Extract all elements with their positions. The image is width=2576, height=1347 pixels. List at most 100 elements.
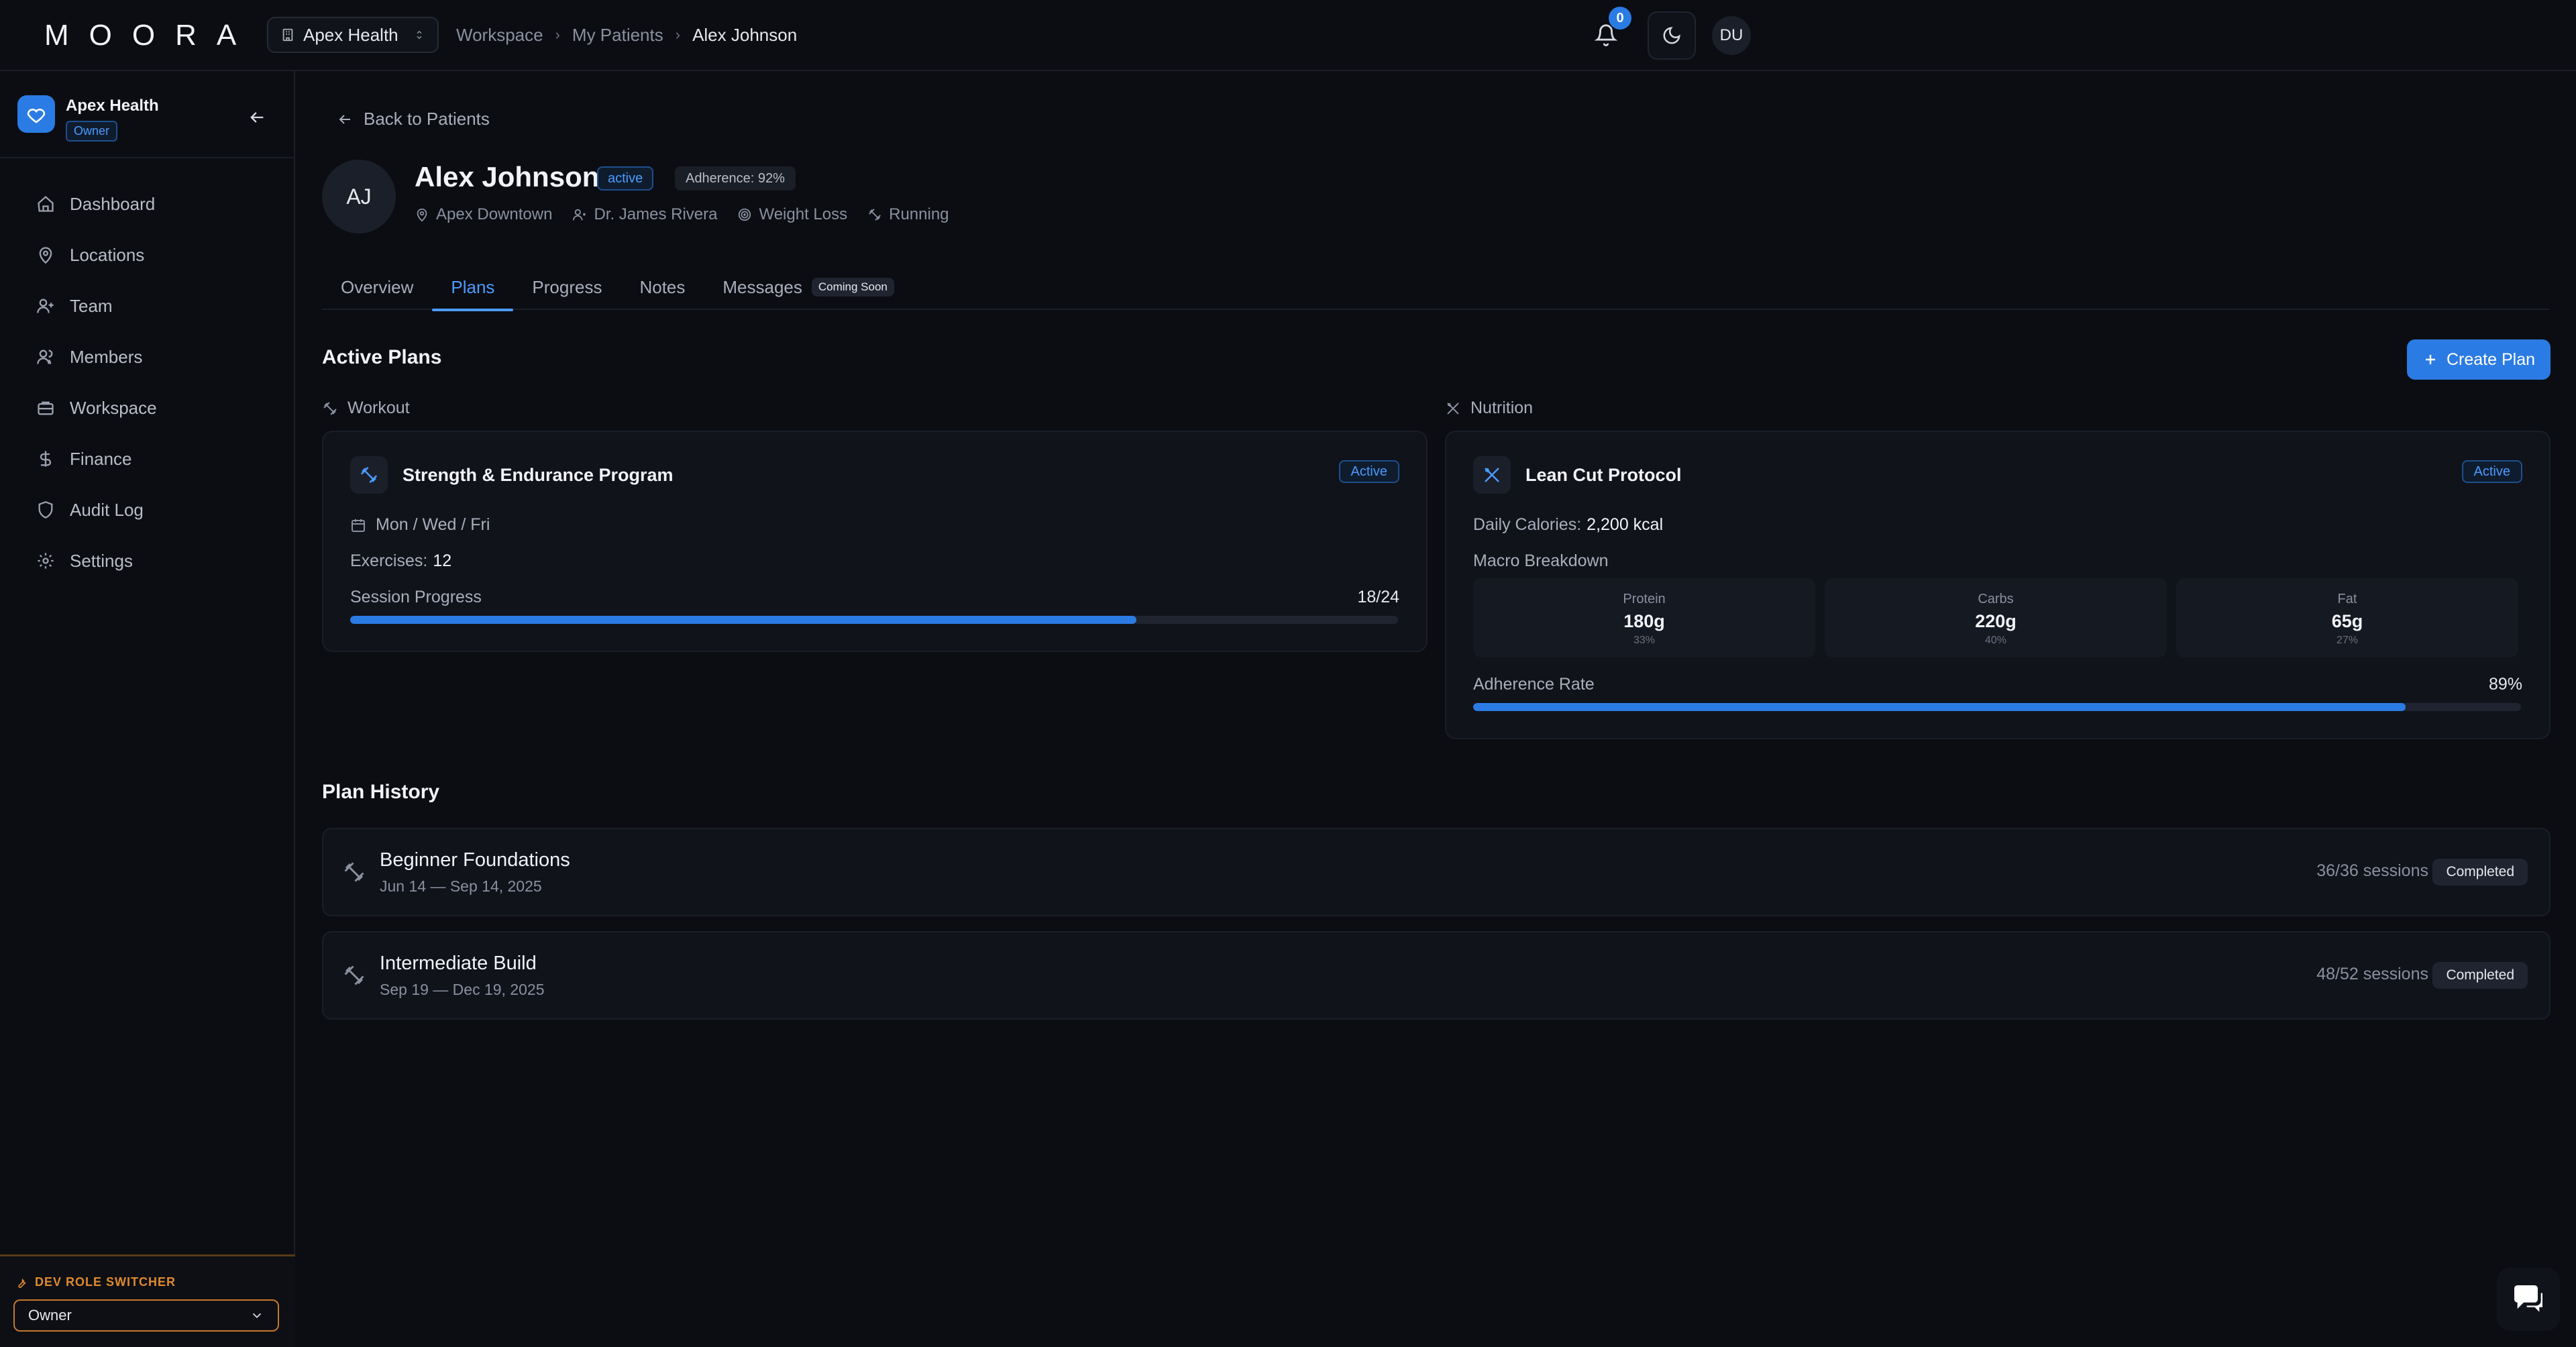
map-pin-icon — [39, 247, 52, 264]
sidebar-item-workspace[interactable]: Workspace — [20, 382, 275, 433]
chat-icon — [2514, 1285, 2542, 1312]
patient-status-badge: active — [597, 166, 654, 191]
workout-plan-name: Strength & Endurance Program — [402, 464, 674, 485]
notifications-count-badge: 0 — [1609, 7, 1631, 30]
tab-overview[interactable]: Overview — [322, 264, 432, 310]
tab-notes[interactable]: Notes — [621, 264, 704, 310]
tab-plans[interactable]: Plans — [432, 264, 514, 311]
dumbbell-icon — [344, 965, 364, 985]
macro-label: Protein — [1623, 592, 1666, 606]
sidebar-nav: Dashboard Locations Team Members Workspa… — [20, 178, 275, 586]
dev-role-select[interactable]: Owner — [13, 1299, 279, 1332]
macro-label: Carbs — [1978, 592, 2014, 606]
dev-role-switcher-title: DEV ROLE SWITCHER — [35, 1275, 176, 1289]
nutrition-plan-title: Lean Cut Protocol — [1473, 456, 1682, 494]
history-plan-sessions: 48/52 sessions — [2316, 965, 2428, 983]
arrow-left-icon — [339, 114, 350, 124]
role-badge: Owner — [66, 121, 118, 142]
sidebar-item-locations[interactable]: Locations — [20, 229, 275, 280]
patient-location: Apex Downtown — [415, 205, 552, 224]
user-plus-icon — [37, 299, 54, 313]
wrench-icon — [18, 1277, 26, 1288]
chevron-down-icon — [250, 1308, 264, 1323]
nutrition-plan-name: Lean Cut Protocol — [1525, 464, 1682, 485]
tab-messages[interactable]: Messages Coming Soon — [704, 264, 913, 310]
create-plan-button[interactable]: Create Plan — [2407, 339, 2551, 380]
breadcrumb-workspace[interactable]: Workspace — [456, 25, 543, 46]
sidebar-item-label: Finance — [70, 448, 132, 469]
patient-goal-text: Weight Loss — [759, 205, 848, 223]
nutrition-plan-card[interactable]: Lean Cut Protocol Active Daily Calories:… — [1445, 431, 2551, 739]
collapse-sidebar-button[interactable] — [246, 106, 268, 129]
workout-plan-card[interactable]: Strength & Endurance Program Active Mon … — [322, 431, 1428, 652]
top-bar: MOORA Apex Health Workspace › My Patient… — [0, 0, 2576, 71]
macro-percent: 40% — [1984, 635, 2007, 646]
breadcrumb-my-patients[interactable]: My Patients — [572, 25, 663, 46]
moon-icon — [1663, 27, 1680, 44]
adherence-badge: Adherence: 92% — [675, 166, 796, 191]
sidebar-org-name: Apex Health — [66, 97, 159, 115]
sidebar-divider — [0, 157, 295, 158]
macro-value: 220g — [1975, 611, 2017, 631]
nutrition-section-label: Nutrition — [1445, 398, 1533, 418]
create-plan-label: Create Plan — [2446, 349, 2536, 369]
sidebar-item-dashboard[interactable]: Dashboard — [20, 178, 275, 229]
utensils-icon — [1447, 402, 1459, 415]
briefcase-icon — [38, 401, 54, 415]
adherence-rate-fill — [1473, 703, 2406, 711]
shield-icon — [38, 501, 53, 519]
session-progress-bar — [350, 616, 1398, 624]
app-logo[interactable]: MOORA — [44, 19, 256, 52]
macro-fat: Fat 65g 27% — [2176, 578, 2518, 657]
session-progress-label: Session Progress — [350, 588, 482, 606]
user-avatar[interactable]: DU — [1712, 16, 1751, 55]
sidebar-item-team[interactable]: Team — [20, 280, 275, 331]
sidebar-item-label: Workspace — [70, 397, 157, 418]
calendar-icon — [352, 519, 365, 532]
workout-status-badge: Active — [1338, 460, 1399, 483]
patient-avatar: AJ — [322, 160, 396, 233]
nutrition-status-badge: Active — [2461, 460, 2522, 483]
sidebar-item-label: Team — [70, 295, 113, 316]
workout-plan-title: Strength & Endurance Program — [350, 456, 674, 494]
logo-wordmark: MOORA — [44, 19, 257, 52]
arrow-left-icon — [250, 112, 264, 123]
workout-schedule: Mon / Wed / Fri — [350, 515, 490, 535]
back-to-patients-link[interactable]: Back to Patients — [337, 109, 490, 129]
org-switcher-label: Apex Health — [303, 24, 398, 45]
sidebar-item-audit-log[interactable]: Audit Log — [20, 484, 275, 535]
sidebar-item-label: Locations — [70, 244, 145, 265]
history-plan-dates: Sep 19 — Dec 19, 2025 — [380, 981, 545, 998]
sidebar-item-settings[interactable]: Settings — [20, 535, 275, 586]
sidebar-item-members[interactable]: Members — [20, 331, 275, 382]
dumbbell-icon — [869, 209, 881, 221]
chevron-up-down-icon — [413, 29, 425, 41]
plus-icon — [2425, 355, 2435, 364]
plan-history-row[interactable]: Beginner Foundations Jun 14 — Sep 14, 20… — [322, 828, 2551, 916]
chat-button[interactable] — [2497, 1268, 2560, 1331]
gear-icon — [38, 553, 54, 569]
nutrition-label: Nutrition — [1470, 398, 1534, 417]
plan-history-heading: Plan History — [322, 781, 440, 803]
org-logo-icon — [17, 95, 55, 133]
calories-label: Daily Calories: — [1473, 515, 1582, 534]
patient-location-text: Apex Downtown — [436, 205, 553, 223]
theme-toggle-button[interactable] — [1648, 11, 1696, 60]
patient-doctor: Dr. James Rivera — [572, 205, 717, 224]
history-plan-name: Intermediate Build — [380, 953, 537, 974]
utensils-icon — [1473, 456, 1511, 494]
org-switcher[interactable]: Apex Health — [267, 17, 439, 53]
plan-history-row[interactable]: Intermediate Build Sep 19 — Dec 19, 2025… — [322, 931, 2551, 1020]
adherence-rate-value: 89% — [2488, 675, 2522, 694]
dumbbell-icon — [344, 862, 364, 882]
tab-progress[interactable]: Progress — [513, 264, 621, 310]
dev-role-switcher: DEV ROLE SWITCHER Owner — [0, 1254, 295, 1347]
dumbbell-icon — [350, 456, 388, 494]
patient-name: Alex Johnson — [415, 161, 600, 193]
sidebar-org: Apex Health Owner — [17, 95, 159, 142]
exercises-label: Exercises: — [350, 551, 428, 570]
sidebar-item-finance[interactable]: Finance — [20, 433, 275, 484]
patient-meta: Apex Downtown Dr. James Rivera Weight Lo… — [415, 205, 949, 224]
patient-tabs: Overview Plans Progress Notes Messages C… — [322, 264, 2549, 311]
adherence-rate-label: Adherence Rate — [1473, 675, 1595, 694]
